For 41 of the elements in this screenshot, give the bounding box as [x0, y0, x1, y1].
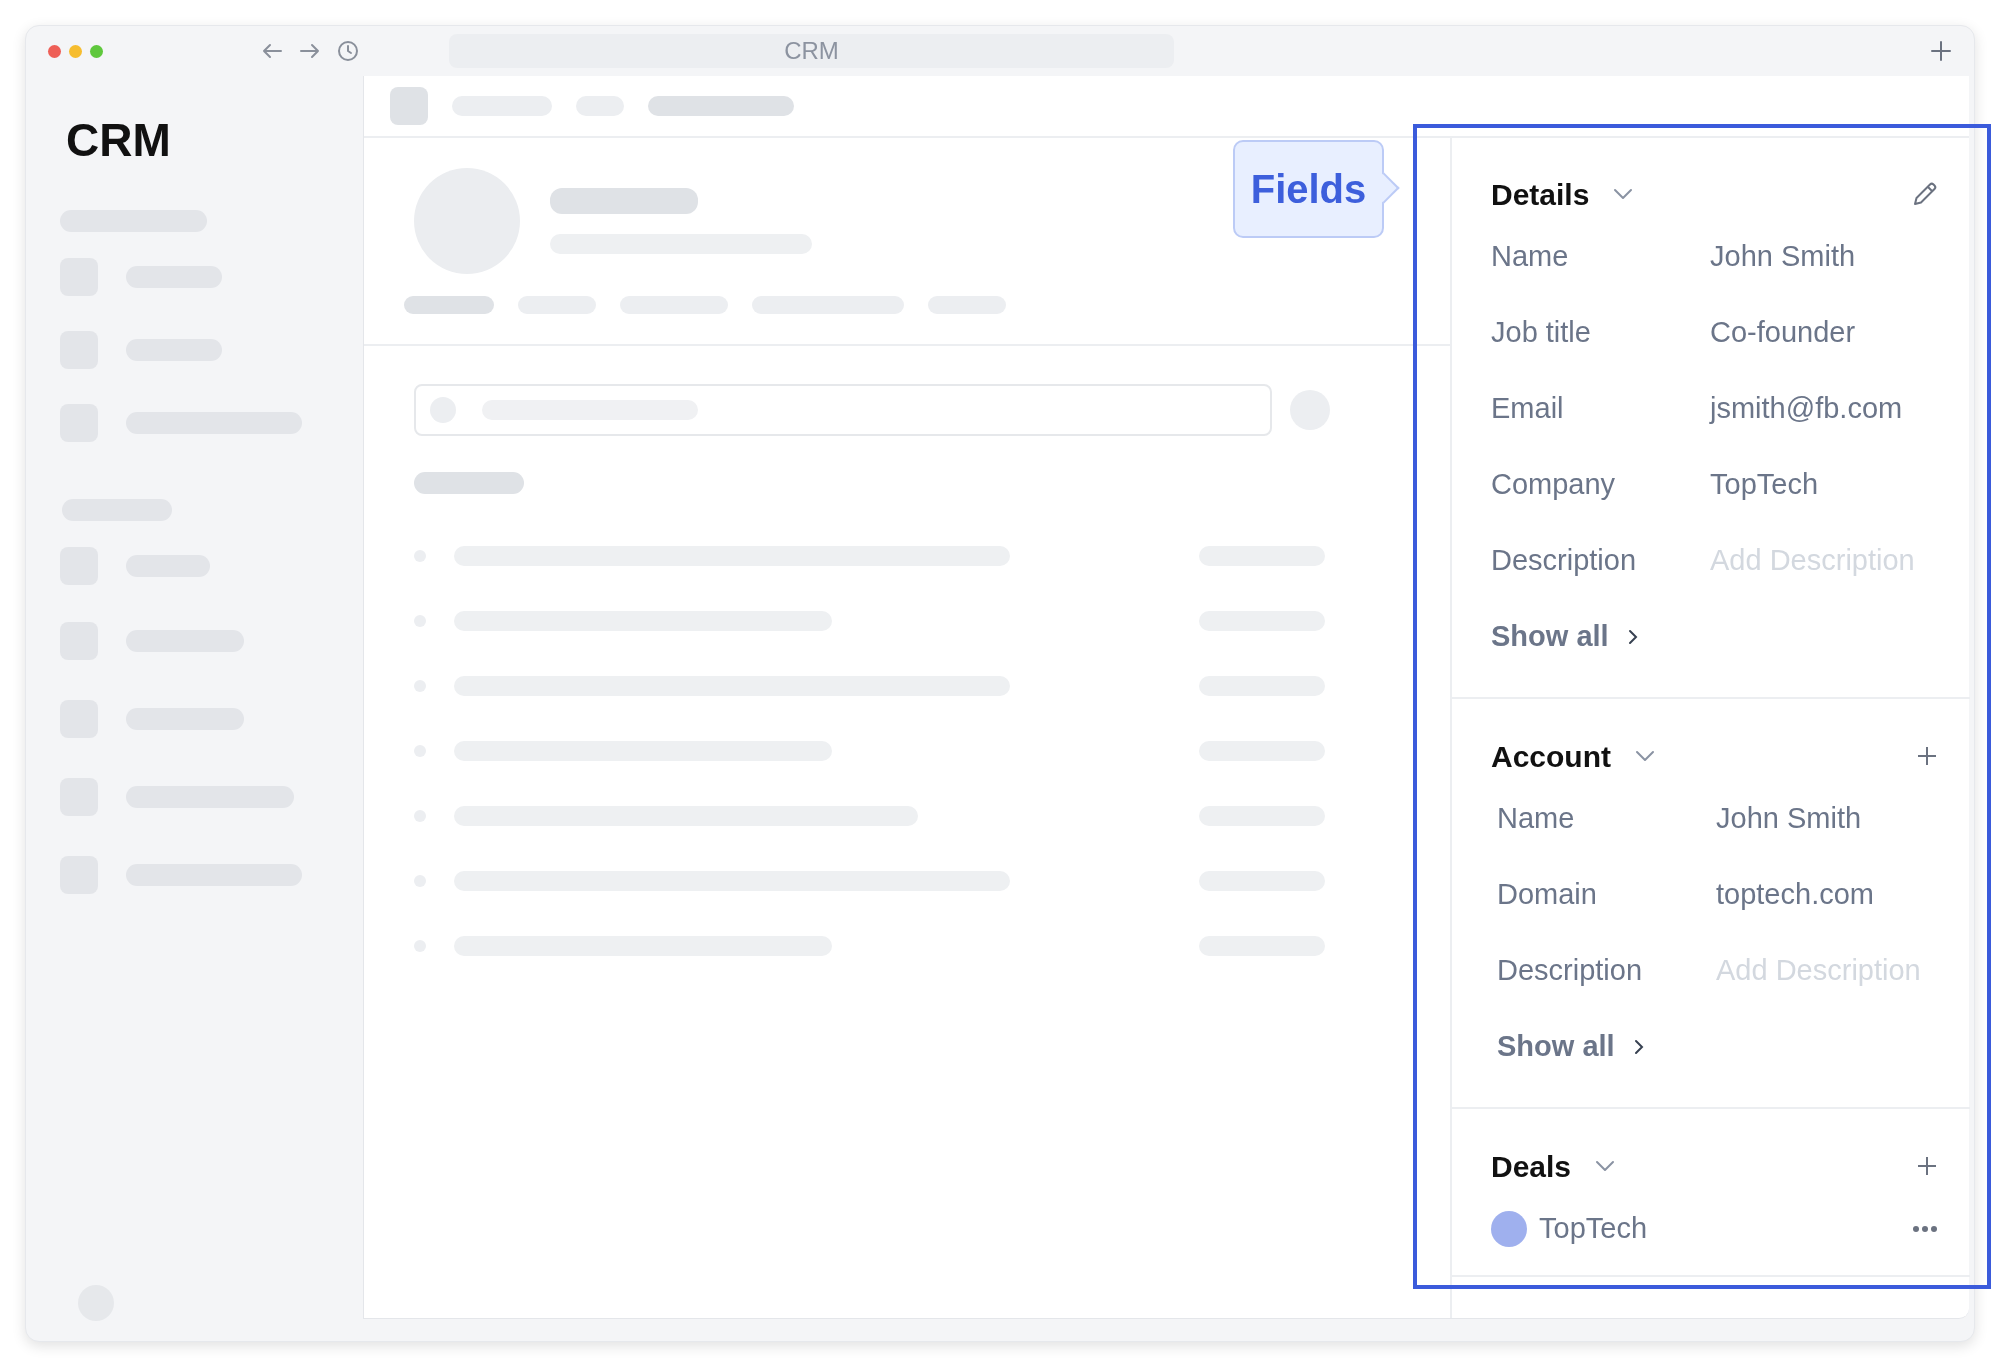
- section-title: Deals: [1491, 1148, 1572, 1185]
- field-label: Company: [1491, 467, 1617, 503]
- forward-arrow-icon[interactable]: [299, 42, 321, 60]
- plus-icon[interactable]: [1930, 40, 1952, 62]
- chevron-down-icon[interactable]: [1613, 187, 1634, 201]
- plus-icon[interactable]: [1916, 745, 1938, 767]
- chevron-right-icon: [1626, 628, 1639, 646]
- field-value: John Smith: [1716, 801, 1862, 837]
- plus-icon[interactable]: [1916, 1155, 1938, 1177]
- clock-icon[interactable]: [337, 40, 359, 62]
- chevron-right-icon: [1632, 1038, 1645, 1056]
- field-value: jsmith@fb.com: [1710, 391, 1903, 427]
- edit-pencil-icon[interactable]: [1912, 181, 1938, 207]
- field-label: Description: [1497, 953, 1644, 989]
- window-control-dot[interactable]: [69, 44, 82, 58]
- show-all-link[interactable]: Show all: [1491, 615, 1639, 659]
- chevron-down-icon[interactable]: [1595, 1159, 1616, 1173]
- fields-callout: Fields: [1233, 140, 1399, 238]
- address-bar[interactable]: CRM: [449, 34, 1174, 68]
- section-title: Account: [1491, 738, 1611, 775]
- window-control-dot[interactable]: [90, 44, 103, 58]
- field-value: John Smith: [1710, 239, 1856, 275]
- deal-name[interactable]: TopTech: [1539, 1207, 1647, 1251]
- app-title: CRM: [66, 113, 172, 168]
- field-label: Description: [1491, 543, 1638, 579]
- field-label: Name: [1491, 239, 1570, 275]
- field-label: Job title: [1491, 315, 1592, 351]
- field-value: TopTech: [1710, 467, 1818, 503]
- field-label: Domain: [1497, 877, 1598, 913]
- field-label: Name: [1497, 801, 1576, 837]
- more-options-icon[interactable]: [1912, 1225, 1938, 1233]
- show-all-link[interactable]: Show all: [1497, 1025, 1645, 1069]
- section-title: Details: [1491, 176, 1590, 213]
- field-label: Email: [1491, 391, 1565, 427]
- search-field[interactable]: [414, 384, 1272, 436]
- field-value: Co-founder: [1710, 315, 1856, 351]
- window-control-dot[interactable]: [48, 44, 61, 58]
- field-value: toptech.com: [1716, 877, 1874, 913]
- skeleton-bar: [390, 87, 428, 125]
- chevron-down-icon[interactable]: [1635, 749, 1655, 763]
- back-arrow-icon[interactable]: [261, 42, 283, 60]
